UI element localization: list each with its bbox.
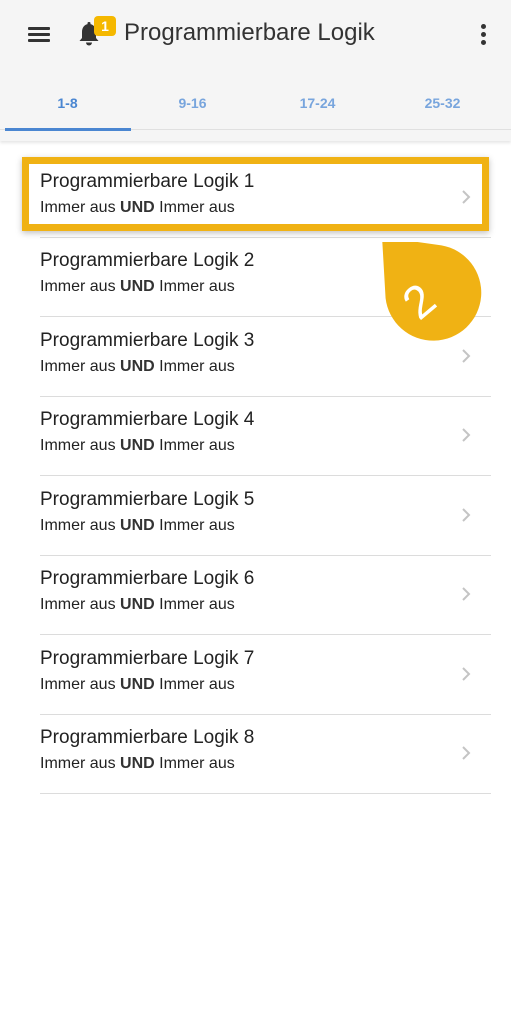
item-description: Immer aus UND Immer aus xyxy=(40,517,235,535)
condition-b: Immer aus xyxy=(159,199,235,216)
chevron-right-icon xyxy=(462,190,471,204)
condition-a: Immer aus xyxy=(40,278,116,295)
logic-operator: UND xyxy=(120,278,155,295)
item-title: Programmierbare Logik 2 xyxy=(40,250,255,271)
item-title: Programmierbare Logik 3 xyxy=(40,330,255,351)
condition-b: Immer aus xyxy=(159,596,235,613)
condition-b: Immer aus xyxy=(159,437,235,454)
logic-operator: UND xyxy=(120,596,155,613)
item-title: Programmierbare Logik 1 xyxy=(40,171,255,192)
logic-operator: UND xyxy=(120,437,155,454)
logic-operator: UND xyxy=(120,517,155,534)
condition-b: Immer aus xyxy=(159,755,235,772)
chevron-right-icon xyxy=(462,269,471,283)
tab-1-8[interactable]: 1-8 xyxy=(5,78,130,130)
item-title: Programmierbare Logik 8 xyxy=(40,727,255,748)
condition-b: Immer aus xyxy=(159,517,235,534)
condition-a: Immer aus xyxy=(40,755,116,772)
condition-b: Immer aus xyxy=(159,676,235,693)
chevron-right-icon xyxy=(462,587,471,601)
notifications-button[interactable]: 1 xyxy=(72,14,122,54)
item-description: Immer aus UND Immer aus xyxy=(40,437,235,455)
condition-a: Immer aus xyxy=(40,676,116,693)
condition-a: Immer aus xyxy=(40,517,116,534)
condition-b: Immer aus xyxy=(159,358,235,375)
condition-a: Immer aus xyxy=(40,199,116,216)
list-item[interactable]: Programmierbare Logik 1 Immer aus UND Im… xyxy=(40,159,491,238)
tab-17-24[interactable]: 17-24 xyxy=(255,78,380,130)
list-item[interactable]: Programmierbare Logik 4 Immer aus UND Im… xyxy=(40,397,491,476)
menu-icon[interactable] xyxy=(24,22,54,48)
list-item[interactable]: Programmierbare Logik 5 Immer aus UND Im… xyxy=(40,477,491,556)
chevron-right-icon xyxy=(462,428,471,442)
chevron-right-icon xyxy=(462,508,471,522)
item-title: Programmierbare Logik 5 xyxy=(40,489,255,510)
item-description: Immer aus UND Immer aus xyxy=(40,755,235,773)
list-item[interactable]: Programmierbare Logik 2 Immer aus UND Im… xyxy=(40,238,491,317)
condition-b: Immer aus xyxy=(159,278,235,295)
logic-operator: UND xyxy=(120,676,155,693)
chevron-right-icon xyxy=(462,667,471,681)
item-title: Programmierbare Logik 6 xyxy=(40,568,255,589)
list-item[interactable]: Programmierbare Logik 6 Immer aus UND Im… xyxy=(40,556,491,635)
list-item[interactable]: Programmierbare Logik 7 Immer aus UND Im… xyxy=(40,636,491,715)
tab-bar: 1-8 9-16 17-24 25-32 xyxy=(0,78,511,130)
condition-a: Immer aus xyxy=(40,358,116,375)
logic-operator: UND xyxy=(120,199,155,216)
item-description: Immer aus UND Immer aus xyxy=(40,278,235,296)
condition-a: Immer aus xyxy=(40,437,116,454)
item-description: Immer aus UND Immer aus xyxy=(40,596,235,614)
list-item[interactable]: Programmierbare Logik 8 Immer aus UND Im… xyxy=(40,715,491,794)
active-tab-indicator xyxy=(5,128,131,131)
logic-operator: UND xyxy=(120,755,155,772)
condition-a: Immer aus xyxy=(40,596,116,613)
tab-9-16[interactable]: 9-16 xyxy=(130,78,255,130)
tab-25-32[interactable]: 25-32 xyxy=(380,78,505,130)
item-title: Programmierbare Logik 4 xyxy=(40,409,255,430)
app-bar: 1 Programmierbare Logik 1-8 9-16 17-24 2… xyxy=(0,0,511,141)
more-vert-icon[interactable] xyxy=(472,20,494,50)
list-item[interactable]: Programmierbare Logik 3 Immer aus UND Im… xyxy=(40,318,491,397)
item-title: Programmierbare Logik 7 xyxy=(40,648,255,669)
item-description: Immer aus UND Immer aus xyxy=(40,199,235,217)
item-description: Immer aus UND Immer aus xyxy=(40,676,235,694)
item-description: Immer aus UND Immer aus xyxy=(40,358,235,376)
chevron-right-icon xyxy=(462,349,471,363)
notification-badge: 1 xyxy=(94,16,116,36)
logic-operator: UND xyxy=(120,358,155,375)
chevron-right-icon xyxy=(462,746,471,760)
page-title: Programmierbare Logik xyxy=(124,19,375,46)
